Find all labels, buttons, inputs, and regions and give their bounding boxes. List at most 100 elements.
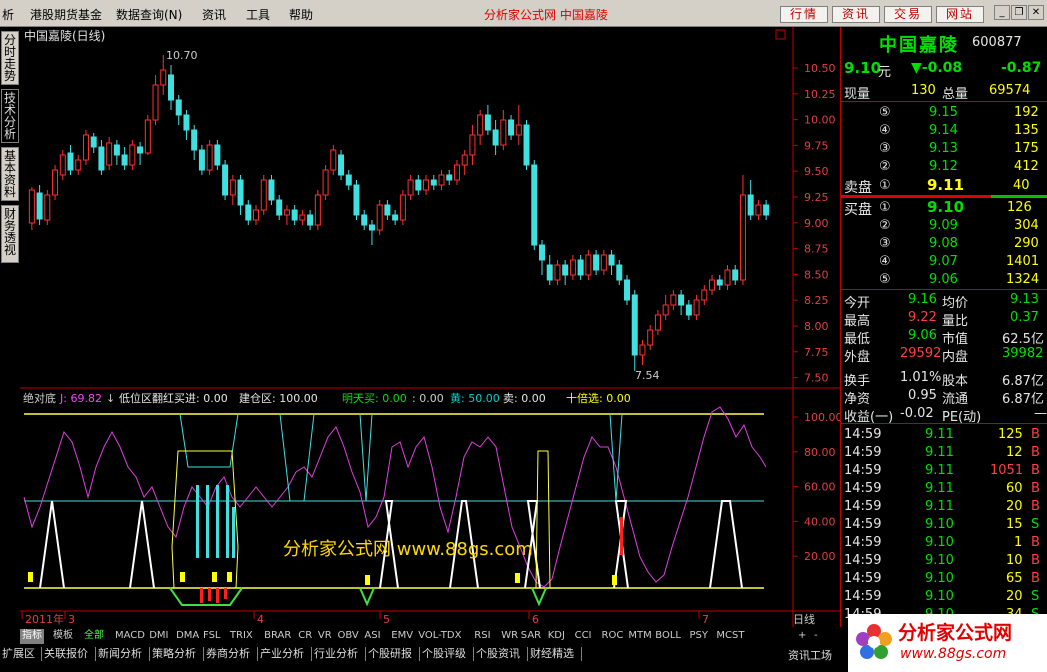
- indicator-tab[interactable]: BOLL: [653, 629, 683, 644]
- price-tick-label: 8.50: [804, 268, 829, 281]
- candle-body: [755, 204, 762, 216]
- price-tick-label: 7.75: [804, 346, 829, 359]
- candle-body: [701, 289, 708, 301]
- bottom-tab[interactable]: 个股资讯: [476, 647, 520, 661]
- bottom-tab[interactable]: 财经精选: [530, 647, 574, 661]
- indicator-tab[interactable]: ROC: [600, 629, 626, 644]
- close-icon[interactable]: ✕: [1028, 5, 1044, 20]
- indicator-tab[interactable]: 指标: [20, 629, 44, 644]
- stat-value: 6.87亿: [1002, 374, 1044, 389]
- tab-technical[interactable]: 技术分析: [1, 89, 19, 143]
- sell-level-price: 9.14: [929, 123, 958, 138]
- tab-intraday[interactable]: 分时走势: [1, 31, 19, 85]
- candle-body: [515, 124, 522, 136]
- candle-body: [500, 119, 507, 146]
- sell-level-no: ②: [879, 159, 891, 174]
- indicator-tab[interactable]: OBV: [336, 629, 361, 644]
- indicator-name: 绝对底: [23, 391, 56, 405]
- indicator-tab[interactable]: ASI: [362, 629, 382, 644]
- menu-item-tools[interactable]: 工具: [246, 6, 270, 23]
- menu-item-data-query[interactable]: 数据查询(N): [116, 6, 182, 23]
- menu-item-hk-futures-funds[interactable]: 港股期货基金: [30, 6, 102, 23]
- indicator-tab[interactable]: WR: [499, 629, 520, 644]
- indicator-tab[interactable]: KDJ: [546, 629, 567, 644]
- indicator-tab[interactable]: CCI: [573, 629, 594, 644]
- candle-body: [129, 144, 136, 166]
- price-tick-label: 7.50: [804, 372, 829, 385]
- zoom-in-icon[interactable]: +: [796, 629, 808, 644]
- indicator-tab[interactable]: BRAR: [262, 629, 293, 644]
- candle-body: [175, 99, 182, 116]
- info-button[interactable]: 资讯: [832, 6, 880, 23]
- menu-item-help[interactable]: 帮助: [289, 6, 313, 23]
- indicator-tab[interactable]: TRIX: [228, 629, 255, 644]
- bottom-tab[interactable]: 行业分析: [314, 647, 358, 661]
- tick-side: B: [1031, 499, 1040, 514]
- bottom-tab[interactable]: 策略分析: [152, 647, 196, 661]
- indicator-tab[interactable]: MACD: [113, 629, 147, 644]
- bottom-tab[interactable]: 个股研报: [368, 647, 412, 661]
- candle-body: [538, 244, 545, 261]
- zoom-out-icon[interactable]: -: [812, 629, 820, 644]
- indicator-tab[interactable]: PSY: [688, 629, 711, 644]
- tick-volume: 125: [998, 427, 1023, 442]
- price-tick-label: 9.50: [804, 165, 829, 178]
- indicator-tab[interactable]: 模板: [51, 629, 75, 644]
- candle-body: [44, 194, 51, 221]
- menu-item-analysis[interactable]: 析: [2, 6, 14, 23]
- indicator-tab[interactable]: MTM: [626, 629, 653, 644]
- info-workshop-tab[interactable]: 资讯工场: [788, 649, 832, 663]
- candle-body: [191, 129, 198, 151]
- stat-label: 收益(一): [844, 410, 894, 425]
- candle-body: [152, 84, 159, 121]
- candle-body: [237, 179, 244, 206]
- candle-body: [577, 259, 584, 276]
- quotes-button[interactable]: 行情: [780, 6, 828, 23]
- buy-level-no: ③: [879, 236, 891, 251]
- bottom-tab[interactable]: 券商分析: [206, 647, 250, 661]
- current-price: 9.10: [844, 59, 882, 77]
- website-button[interactable]: 网站: [936, 6, 984, 23]
- tick-price: 9.11: [925, 481, 954, 496]
- sell-level-price: 9.12: [929, 159, 958, 174]
- indicator-tab[interactable]: VR: [316, 629, 334, 644]
- tab-profile[interactable]: 基本资料: [1, 147, 19, 201]
- trade-button[interactable]: 交易: [884, 6, 932, 23]
- logo: 分析家公式网 www.88gs.com: [848, 614, 1047, 672]
- price-tick-label: 8.00: [804, 320, 829, 333]
- menu-item-news[interactable]: 资讯: [202, 6, 226, 23]
- indicator-tab[interactable]: FSL: [201, 629, 223, 644]
- stock-name: 中国嘉陵: [879, 35, 959, 56]
- bottom-tab[interactable]: 新闻分析: [98, 647, 142, 661]
- candle-body: [338, 154, 345, 176]
- stat-label: 净资: [844, 392, 871, 407]
- tick-time: 14:59: [844, 553, 882, 568]
- bottom-tab[interactable]: 产业分析: [260, 647, 304, 661]
- bottom-tab[interactable]: 关联报价: [44, 647, 88, 661]
- sell-level-price: 9.13: [929, 141, 958, 156]
- indicator-tab[interactable]: SAR: [519, 629, 543, 644]
- indicator-tab[interactable]: RSI: [472, 629, 492, 644]
- tab-financials[interactable]: 财务透视: [1, 205, 19, 263]
- indicator-tab[interactable]: MCST: [714, 629, 746, 644]
- indicator-tab[interactable]: 全部: [82, 629, 106, 644]
- candle-body: [82, 134, 89, 161]
- candle-body: [59, 154, 66, 176]
- minimize-icon[interactable]: _: [994, 5, 1010, 20]
- indicator-tab[interactable]: EMV: [389, 629, 415, 644]
- indicator-tab[interactable]: CR: [296, 629, 314, 644]
- bottom-tab[interactable]: 个股评级: [422, 647, 466, 661]
- sell-level-1-price: 9.11: [927, 176, 965, 194]
- restore-icon[interactable]: ❐: [1011, 5, 1027, 20]
- candle-body: [554, 264, 561, 281]
- menu-bar: 析 港股期货基金 数据查询(N) 资讯 工具 帮助 分析家公式网 中国嘉陵 行情…: [0, 0, 1047, 27]
- indicator-tick-label: 80.00: [804, 446, 836, 459]
- bottom-tab[interactable]: 扩展区: [2, 647, 35, 661]
- candle-body: [90, 136, 97, 148]
- indicator-tab[interactable]: DMI: [147, 629, 170, 644]
- indicator-tab[interactable]: DMA: [174, 629, 201, 644]
- tick-price: 9.10: [925, 517, 954, 532]
- indicator-yellow-block: [28, 572, 33, 582]
- price-tick-label: 9.75: [804, 139, 829, 152]
- indicator-tab[interactable]: VOL-TDX: [416, 629, 463, 644]
